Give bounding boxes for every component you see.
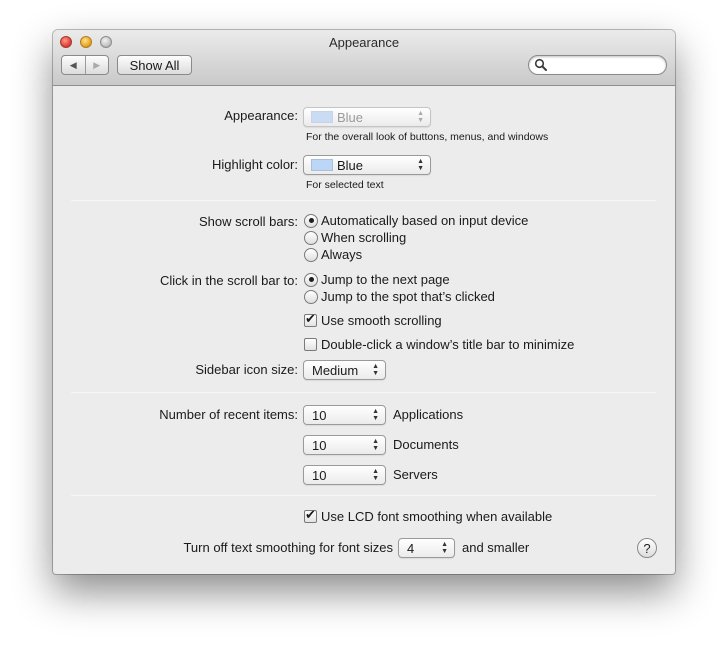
scroll-bars-when-scrolling-radio[interactable]: When scrolling [304, 230, 406, 245]
scroll-click-next-page-radio[interactable]: Jump to the next page [304, 272, 450, 287]
preferences-content: Appearance: Blue ▲ ▼ For the overall look… [53, 87, 675, 574]
help-icon: ? [643, 540, 651, 556]
checkbox-checked-icon [304, 312, 317, 327]
sidebar-icon-size-value: Medium [312, 362, 359, 378]
smooth-scrolling-checkbox[interactable]: Use smooth scrolling [304, 312, 442, 328]
text-smoothing-size-value: 4 [407, 540, 415, 556]
scroll-click-spot-radio[interactable]: Jump to the spot that’s clicked [304, 289, 495, 304]
recent-applications-label: Applications [393, 407, 464, 422]
lcd-font-smoothing-checkbox[interactable]: Use LCD font smoothing when available [304, 508, 553, 524]
radio-unselected-icon [304, 247, 318, 262]
appearance-value: Blue [337, 109, 364, 125]
radio-label: Automatically based on input device [321, 213, 529, 228]
recent-servers-label: Servers [393, 467, 438, 482]
recent-documents-label: Documents [393, 437, 459, 452]
recent-documents-popup[interactable]: 10 ▲ ▼ [303, 435, 386, 455]
search-icon [534, 58, 547, 71]
popup-arrows-icon: ▲ ▼ [417, 110, 424, 124]
forward-arrow-icon: ▶ [93, 59, 101, 70]
recent-applications-popup[interactable]: 10 ▲ ▼ [303, 405, 386, 425]
title-bar[interactable]: Appearance ◀ ▶ Show All [53, 30, 675, 86]
popup-arrows-icon: ▲ ▼ [372, 468, 379, 482]
recent-servers-value: 10 [312, 467, 327, 483]
back-arrow-icon: ◀ [69, 59, 77, 70]
show-all-button[interactable]: Show All [117, 55, 192, 75]
checkbox-label: Double-click a window’s title bar to min… [321, 337, 575, 352]
radio-label: Jump to the spot that’s clicked [321, 289, 495, 304]
appearance-label: Appearance: [224, 108, 298, 123]
appearance-hint: For the overall look of buttons, menus, … [306, 131, 549, 143]
radio-label: Always [321, 247, 363, 262]
show-scroll-bars-label: Show scroll bars: [199, 214, 298, 229]
highlight-color-hint: For selected text [306, 179, 384, 191]
help-button[interactable]: ? [637, 538, 657, 558]
highlight-color-popup[interactable]: Blue ▲ ▼ [303, 155, 431, 175]
preferences-window: Appearance ◀ ▶ Show All Appearance: Blue… [53, 30, 675, 574]
appearance-color-swatch [311, 111, 333, 123]
recent-applications-value: 10 [312, 407, 327, 423]
section-divider [71, 200, 656, 201]
highlight-color-value: Blue [337, 157, 364, 173]
scroll-bars-always-radio[interactable]: Always [304, 247, 362, 262]
scroll-click-label: Click in the scroll bar to: [160, 273, 298, 288]
checkbox-label: Use smooth scrolling [321, 313, 442, 328]
popup-arrows-icon: ▲ ▼ [441, 541, 448, 555]
text-smoothing-size-popup[interactable]: 4 ▲ ▼ [398, 538, 455, 558]
double-click-minimize-checkbox[interactable]: Double-click a window’s title bar to min… [304, 337, 574, 352]
sidebar-icon-size-label: Sidebar icon size: [195, 362, 298, 377]
text-smoothing-label: Turn off text smoothing for font sizes [183, 540, 393, 555]
popup-arrows-icon: ▲ ▼ [372, 438, 379, 452]
text-smoothing-suffix: and smaller [462, 540, 530, 555]
popup-arrows-icon: ▲ ▼ [372, 408, 379, 422]
recent-servers-popup[interactable]: 10 ▲ ▼ [303, 465, 386, 485]
search-input[interactable] [551, 57, 659, 73]
checkbox-label: Use LCD font smoothing when available [321, 509, 553, 524]
radio-selected-icon [304, 272, 318, 287]
recent-documents-value: 10 [312, 437, 327, 453]
forward-button[interactable]: ▶ [84, 56, 109, 74]
radio-unselected-icon [304, 230, 318, 245]
radio-selected-icon [304, 213, 318, 228]
appearance-popup[interactable]: Blue ▲ ▼ [303, 107, 431, 127]
popup-arrows-icon: ▲ ▼ [417, 158, 424, 172]
radio-label: When scrolling [321, 230, 407, 245]
highlight-color-label: Highlight color: [212, 157, 298, 172]
recent-items-label: Number of recent items: [159, 407, 298, 422]
checkbox-checked-icon [304, 508, 317, 523]
checkbox-unchecked-icon [304, 338, 317, 351]
section-divider [71, 392, 656, 393]
section-divider [71, 495, 656, 496]
back-button[interactable]: ◀ [62, 56, 85, 74]
radio-label: Jump to the next page [321, 272, 450, 287]
highlight-color-swatch [311, 159, 333, 171]
radio-unselected-icon [304, 289, 318, 304]
window-title: Appearance [328, 35, 400, 50]
scroll-bars-automatic-radio[interactable]: Automatically based on input device [304, 213, 528, 228]
search-field[interactable] [528, 55, 667, 75]
back-forward-control: ◀ ▶ [61, 55, 109, 75]
sidebar-icon-size-popup[interactable]: Medium ▲ ▼ [303, 360, 386, 380]
popup-arrows-icon: ▲ ▼ [372, 363, 379, 377]
